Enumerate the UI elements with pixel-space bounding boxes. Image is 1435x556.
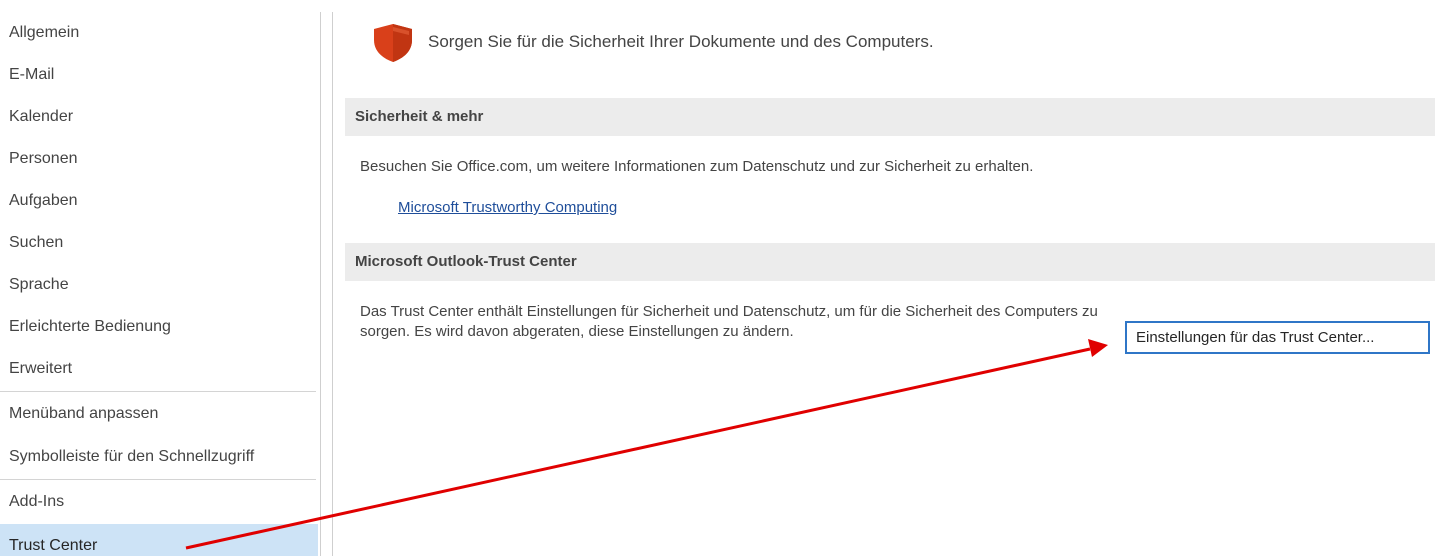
sidebar-item-schnellzugriff[interactable]: Symbolleiste für den Schnellzugriff [0,436,318,478]
sidebar-item-erweitert[interactable]: Erweitert [0,348,318,390]
sidebar-item-trust-center[interactable]: Trust Center [0,524,318,556]
trust-center-settings-button[interactable]: Einstellungen für das Trust Center... [1125,321,1430,354]
pane-divider [332,12,333,556]
sidebar-item-aufgaben[interactable]: Aufgaben [0,180,318,222]
shield-icon [374,24,412,62]
sidebar-divider [0,479,316,480]
sidebar-divider [0,391,316,392]
trust-center-description: Das Trust Center enthält Einstellungen f… [360,303,1098,340]
page-headline: Sorgen Sie für die Sicherheit Ihrer Doku… [428,32,934,51]
sidebar-item-erleichterte-bedienung[interactable]: Erleichterte Bedienung [0,306,318,348]
sidebar-item-menueband-anpassen[interactable]: Menüband anpassen [0,393,318,435]
sidebar-item-add-ins[interactable]: Add-Ins [0,481,318,523]
sidebar-item-email[interactable]: E-Mail [0,54,318,96]
sidebar-item-kalender[interactable]: Kalender [0,96,318,138]
sidebar-item-allgemein[interactable]: Allgemein [0,12,318,54]
options-sidebar: Allgemein E-Mail Kalender Personen Aufga… [0,0,318,556]
section-header-sicherheit: Sicherheit & mehr [345,98,1435,136]
trustworthy-computing-link[interactable]: Microsoft Trustworthy Computing [398,199,617,216]
sidebar-item-suchen[interactable]: Suchen [0,222,318,264]
sidebar-item-sprache[interactable]: Sprache [0,264,318,306]
outlook-options-window: Allgemein E-Mail Kalender Personen Aufga… [0,0,1435,556]
sidebar-item-personen[interactable]: Personen [0,138,318,180]
pane-divider [320,12,321,556]
security-description: Besuchen Sie Office.com, um weitere Info… [360,158,1034,175]
section-header-trust-center: Microsoft Outlook-Trust Center [345,243,1435,281]
